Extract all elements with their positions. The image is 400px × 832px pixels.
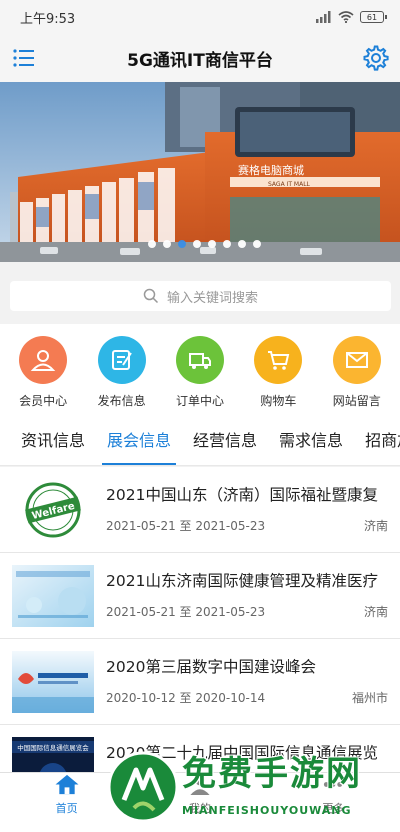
carousel-dot[interactable] — [238, 240, 246, 248]
list-item[interactable]: 2021山东济南国际健康管理及精准医疗 2021-05-21 至 2021-05… — [0, 553, 400, 639]
carousel-dot[interactable] — [148, 240, 156, 248]
watermark-text: 免费手游网 — [182, 754, 362, 794]
item-thumbnail — [12, 565, 94, 627]
carousel-dot[interactable] — [223, 240, 231, 248]
carousel-dot[interactable] — [208, 240, 216, 248]
watermark-subtext: MIANFEISHOUYOUWANG — [182, 804, 352, 817]
item-dates: 2021-05-21 至 2021-05-23 — [106, 605, 266, 619]
order-center-button[interactable]: 订单中心 — [164, 336, 236, 416]
cart-circle — [254, 336, 303, 384]
watermark-logo-icon — [107, 751, 179, 823]
item-title: 2020第三届数字中国建设峰会 — [106, 658, 316, 676]
signal-icon — [316, 11, 331, 23]
tab-news[interactable]: 资讯信息 — [0, 416, 96, 465]
carousel-dot[interactable] — [193, 240, 201, 248]
item-title: 2021山东济南国际健康管理及精准医疗 — [106, 572, 378, 590]
watermark: 免费手游网 MIANFEISHOUYOUWANG — [100, 740, 400, 832]
battery-icon: 61 — [360, 11, 387, 23]
list-item[interactable]: Welfare 2021中国山东（济南）国际福祉暨康复 2021-05-21 至… — [0, 467, 400, 553]
order-center-label: 订单中心 — [175, 394, 224, 408]
publish-info-label: 发布信息 — [97, 394, 146, 408]
tab-investment[interactable]: 招商加 — [354, 416, 400, 465]
status-bar: 上午9:53 61 — [0, 0, 400, 34]
banner-sign-en: SAGA IT MALL — [268, 181, 311, 188]
user-icon — [30, 350, 56, 371]
banner-image: 赛格电脑商城 SAGA IT MALL — [0, 82, 400, 262]
item-thumbnail: Welfare — [12, 479, 94, 541]
item-title: 2021中国山东（济南）国际福祉暨康复 — [106, 486, 378, 504]
carousel-dots[interactable] — [148, 240, 261, 248]
item-thumbnail — [12, 651, 94, 713]
carousel-dot[interactable] — [253, 240, 261, 248]
cart-label: 购物车 — [260, 394, 297, 408]
tab-exhibitions[interactable]: 展会信息 — [96, 416, 182, 465]
wifi-icon — [338, 11, 354, 23]
message-board-button[interactable]: 网站留言 — [321, 336, 393, 416]
item-dates: 2020-10-12 至 2020-10-14 — [106, 691, 266, 705]
search-icon — [143, 288, 159, 304]
edit-icon — [111, 350, 132, 370]
page-title: 5G通讯IT商信平台 — [127, 50, 273, 71]
info-expo-caption: 中国国际信息通信展览会 — [17, 743, 89, 752]
message-board-label: 网站留言 — [332, 394, 381, 408]
carousel-dot[interactable] — [163, 240, 171, 248]
app-header: 5G通讯IT商信平台 — [0, 34, 400, 82]
menu-icon[interactable] — [12, 46, 36, 70]
tab-demand[interactable]: 需求信息 — [268, 416, 354, 465]
status-icons: 61 — [316, 11, 387, 23]
search-placeholder: 输入关键词搜索 — [166, 290, 258, 306]
home-icon — [55, 774, 79, 795]
cart-icon — [268, 351, 290, 370]
health-expo-image — [12, 565, 94, 627]
gear-icon[interactable] — [362, 44, 390, 72]
item-city: 福州市 — [351, 691, 388, 705]
member-center-label: 会员中心 — [19, 394, 68, 408]
item-dates: 2021-05-21 至 2021-05-23 — [106, 519, 266, 533]
truck-icon — [188, 353, 211, 369]
publish-info-circle — [97, 336, 146, 384]
list-item[interactable]: 2020第三届数字中国建设峰会 2020-10-12 至 2020-10-14 … — [0, 639, 400, 725]
quick-menu: 会员中心 发布信息 订单中心 购物车 网站留言 — [0, 324, 400, 416]
tab-business[interactable]: 经营信息 — [182, 416, 268, 465]
item-city: 济南 — [363, 519, 388, 533]
mail-icon — [345, 352, 368, 368]
search-area: 输入关键词搜索 — [0, 262, 400, 324]
carousel-dot[interactable] — [178, 240, 186, 248]
cart-button[interactable]: 购物车 — [242, 336, 314, 416]
order-center-circle — [175, 336, 224, 384]
digital-china-image — [12, 651, 94, 713]
message-board-circle — [332, 336, 381, 384]
member-center-circle — [19, 336, 68, 384]
welfare-logo: Welfare — [12, 479, 94, 541]
status-time: 上午9:53 — [20, 11, 76, 27]
category-tabs: 资讯信息 展会信息 经营信息 需求信息 招商加 — [0, 416, 400, 466]
item-city: 济南 — [363, 605, 388, 619]
search-input[interactable]: 输入关键词搜索 — [10, 281, 391, 311]
banner-carousel[interactable]: 赛格电脑商城 SAGA IT MALL — [0, 82, 400, 262]
banner-sign-cn: 赛格电脑商城 — [238, 163, 304, 177]
member-center-button[interactable]: 会员中心 — [7, 336, 79, 416]
publish-info-button[interactable]: 发布信息 — [86, 336, 158, 416]
nav-home-label: 首页 — [55, 802, 78, 815]
battery-level: 61 — [366, 12, 378, 22]
